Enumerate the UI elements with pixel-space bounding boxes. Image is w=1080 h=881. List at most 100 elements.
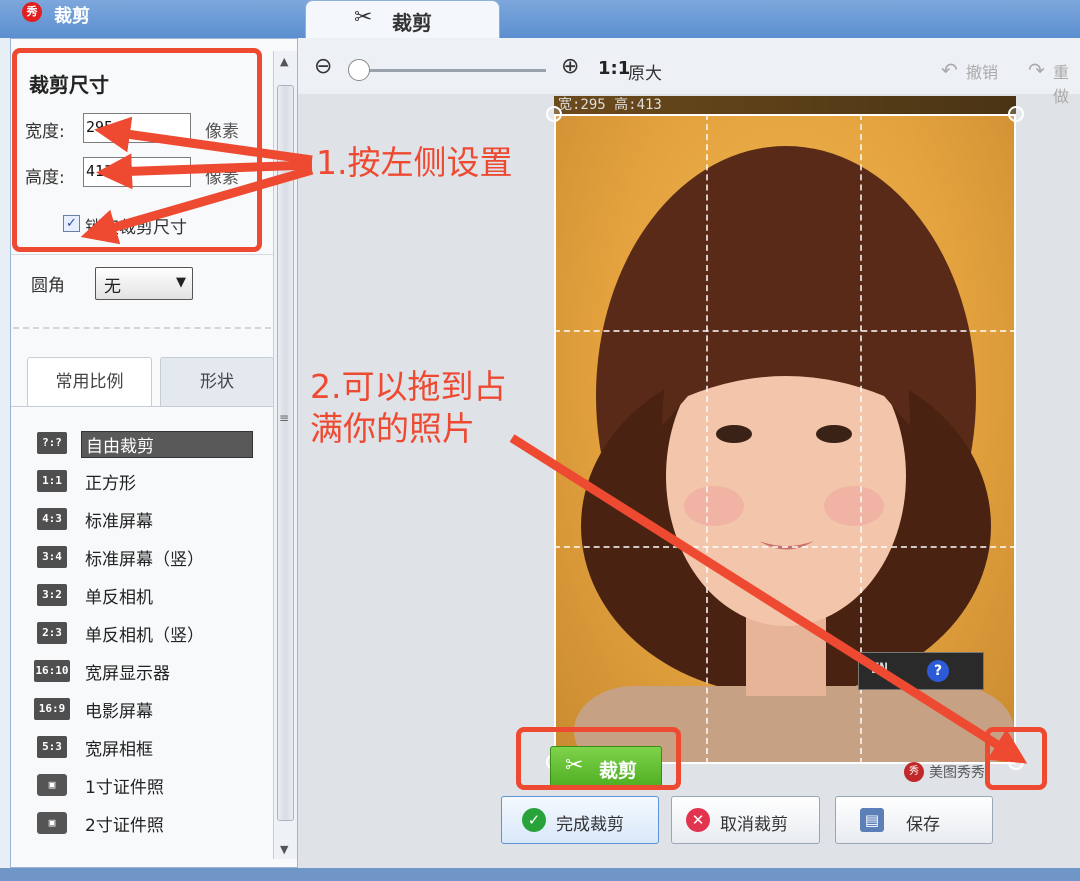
ratio-label: 正方形: [85, 474, 136, 494]
ratio-badge: 3:2: [37, 584, 67, 606]
width-input[interactable]: 295: [83, 113, 191, 143]
redo-icon[interactable]: ↷: [1028, 58, 1045, 82]
scissors-icon: ✂: [565, 753, 584, 778]
scroll-up-icon[interactable]: ▲: [280, 55, 288, 68]
ratio-item-3-2[interactable]: 3:2 单反相机: [37, 581, 267, 611]
title-bar: 秀 裁剪 ✂ 裁剪: [0, 0, 1080, 40]
tab-shape[interactable]: 形状: [160, 357, 274, 407]
ratio-item-2-3[interactable]: 2:3 单反相机（竖）: [37, 619, 267, 649]
zoom-1-1-button[interactable]: 1:1: [598, 58, 630, 79]
ratio-item-square[interactable]: 1:1 正方形: [37, 467, 267, 497]
ratio-label: 宽屏相框: [85, 740, 153, 760]
crop-settings-panel: 裁剪尺寸 宽度: 295 像素 高度: 413 像素 ✓ 锁定裁剪尺寸 圆角 无…: [10, 38, 298, 868]
width-label: 宽度:: [25, 122, 65, 142]
height-input[interactable]: 413: [83, 157, 191, 187]
ratio-item-4-3[interactable]: 4:3 标准屏幕: [37, 505, 267, 535]
lock-size-label: 锁定裁剪尺寸: [85, 218, 187, 238]
ratio-item-16-10[interactable]: 16:10 宽屏显示器: [34, 657, 267, 687]
crop-handle-bottom-right[interactable]: [1008, 754, 1024, 770]
grid-line: [706, 114, 708, 764]
watermark-text: 美图秀秀: [929, 765, 985, 781]
ratio-badge: 3:4: [37, 546, 67, 568]
ratio-item-2-inch-id[interactable]: ▣ 2寸证件照: [37, 809, 267, 839]
id-photo-icon: ▣: [37, 812, 67, 834]
ratio-badge: ?:?: [37, 432, 67, 454]
save-label: 保存: [906, 815, 940, 835]
right-cheek: [824, 486, 884, 526]
grip-icon: ≡: [279, 411, 290, 425]
ratio-badge: 5:3: [37, 736, 67, 758]
height-unit: 像素: [205, 168, 239, 188]
height-label: 高度:: [25, 168, 65, 188]
ratio-badge: 1:1: [37, 470, 67, 492]
left-eye: [716, 425, 752, 443]
ratio-badge: 4:3: [37, 508, 67, 530]
corner-radius-label: 圆角: [31, 276, 65, 296]
save-icon: ▤: [860, 808, 884, 832]
done-crop-label: 完成裁剪: [556, 815, 624, 835]
divider: [11, 254, 273, 255]
grid-line: [554, 546, 1016, 548]
tab-crop[interactable]: ✂ 裁剪: [305, 0, 500, 40]
help-icon[interactable]: ?: [927, 660, 949, 682]
ratio-item-1-inch-id[interactable]: ▣ 1寸证件照: [37, 771, 267, 801]
annotation-step-2-line-2: 满你的照片: [310, 409, 475, 448]
id-photo-icon: ▣: [37, 774, 67, 796]
crop-button[interactable]: ✂ 裁剪: [550, 746, 662, 788]
ratio-item-5-3[interactable]: 5:3 宽屏相框: [37, 733, 267, 763]
ratio-badge: 16:10: [34, 660, 70, 682]
redo-button[interactable]: 重做: [1053, 59, 1080, 107]
crop-button-label: 裁剪: [599, 760, 638, 782]
tab-common-ratio[interactable]: 常用比例: [27, 357, 152, 407]
left-cheek: [684, 486, 744, 526]
scissors-icon: ✂: [354, 5, 373, 30]
ratio-item-3-4[interactable]: 3:4 标准屏幕（竖）: [37, 543, 267, 573]
ratio-label: 标准屏幕（竖）: [85, 550, 204, 570]
corner-radius-value: 无: [104, 277, 121, 297]
ratio-item-free[interactable]: ?:? 自由裁剪: [37, 429, 267, 459]
actual-size-button[interactable]: 原大: [628, 59, 662, 84]
undo-icon[interactable]: ↶: [941, 58, 958, 82]
scrollbar-thumb[interactable]: [277, 85, 294, 821]
crop-handle-top-right[interactable]: [1008, 106, 1024, 122]
lock-size-checkbox[interactable]: ✓: [63, 215, 80, 232]
ratio-label: 单反相机（竖）: [85, 626, 204, 646]
cancel-crop-button[interactable]: ✕ 取消裁剪: [671, 796, 820, 844]
grid-line: [554, 330, 1016, 332]
ratio-label: 自由裁剪: [81, 431, 253, 458]
ratio-label: 宽屏显示器: [85, 664, 170, 684]
zoom-slider-knob[interactable]: [348, 59, 370, 81]
annotation-step-1: 1.按左侧设置: [316, 143, 513, 182]
zoom-toolbar: ⊖ ⊕ 1:1 原大 ↶ 撤销 ↷ 重做: [298, 38, 1080, 106]
mini-toolbar: EN ?: [858, 652, 984, 690]
tab-crop-label: 裁剪: [392, 11, 432, 35]
crop-size-title: 裁剪尺寸: [29, 73, 109, 97]
ratio-label: 电影屏幕: [85, 702, 153, 722]
zoom-in-icon[interactable]: ⊕: [561, 54, 579, 79]
cancel-crop-label: 取消裁剪: [720, 815, 788, 835]
window-title: 裁剪: [54, 6, 90, 27]
close-icon: ✕: [686, 808, 710, 832]
language-switch[interactable]: EN: [871, 661, 888, 677]
zoom-slider-track[interactable]: [358, 69, 546, 72]
ratio-badge: 2:3: [37, 622, 67, 644]
right-eye: [816, 425, 852, 443]
save-button[interactable]: ▤ 保存: [835, 796, 993, 844]
ratio-item-16-9[interactable]: 16:9 电影屏幕: [34, 695, 267, 725]
check-icon: ✓: [522, 808, 546, 832]
undo-button[interactable]: 撤销: [966, 59, 998, 83]
zoom-out-icon[interactable]: ⊖: [314, 54, 332, 79]
scroll-down-icon[interactable]: ▼: [280, 843, 288, 856]
status-bar: [0, 868, 1080, 881]
width-unit: 像素: [205, 122, 239, 142]
dropdown-arrow-icon: ▼: [176, 275, 186, 290]
corner-radius-select[interactable]: 无 ▼: [95, 267, 193, 300]
done-crop-button[interactable]: ✓ 完成裁剪: [501, 796, 659, 844]
ratio-label: 2寸证件照: [85, 816, 164, 836]
crop-handle-top-left[interactable]: [546, 106, 562, 122]
vertical-scrollbar[interactable]: ▲ ≡ ▼: [273, 51, 297, 859]
tab-divider: [11, 406, 273, 407]
app-logo: 秀: [22, 2, 42, 22]
ratio-label: 标准屏幕: [85, 512, 153, 532]
watermark-logo: 秀: [904, 762, 924, 782]
